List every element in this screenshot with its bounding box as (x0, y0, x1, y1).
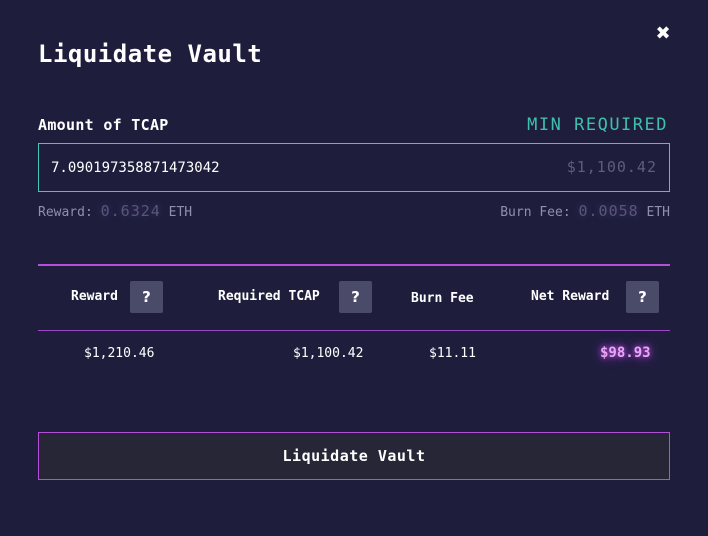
amount-label: Amount of TCAP (38, 116, 169, 134)
reward-meta-value: 0.6324 (100, 202, 161, 220)
burn-fee-meta-label: Burn Fee: (500, 205, 571, 220)
min-required-button[interactable]: MIN REQUIRED (527, 115, 668, 135)
header-reward: Reward (71, 289, 118, 304)
cell-net-reward: $98.93 (600, 345, 651, 361)
amount-usd-value: $1,100.42 (566, 158, 657, 176)
cell-required-tcap: $1,100.42 (293, 346, 364, 361)
header-burn-fee: Burn Fee (411, 291, 474, 306)
burn-fee-meta-value: 0.0058 (578, 202, 639, 220)
header-required-tcap: Required TCAP (218, 289, 320, 304)
liquidate-vault-button[interactable]: Liquidate Vault (38, 432, 670, 480)
close-icon[interactable]: ✖ (654, 25, 672, 43)
table-header-divider (38, 330, 670, 331)
help-icon[interactable]: ? (626, 281, 659, 313)
reward-meta: Reward: 0.6324 ETH (38, 202, 192, 220)
cell-burn-fee: $11.11 (429, 346, 476, 361)
reward-meta-label: Reward: (38, 205, 93, 220)
table-top-divider (38, 264, 670, 266)
help-icon[interactable]: ? (339, 281, 372, 313)
burn-fee-meta: Burn Fee: 0.0058 ETH (500, 202, 670, 220)
burn-fee-meta-unit: ETH (646, 205, 670, 220)
amount-field[interactable]: $1,100.42 (38, 143, 670, 192)
modal-title: Liquidate Vault (38, 40, 263, 68)
header-net-reward: Net Reward (531, 289, 610, 304)
amount-input[interactable] (51, 144, 531, 191)
cell-reward: $1,210.46 (84, 346, 155, 361)
reward-meta-unit: ETH (168, 205, 193, 220)
help-icon[interactable]: ? (130, 281, 163, 313)
liquidate-vault-modal: ✖ Liquidate Vault Amount of TCAP MIN REQ… (0, 0, 708, 536)
